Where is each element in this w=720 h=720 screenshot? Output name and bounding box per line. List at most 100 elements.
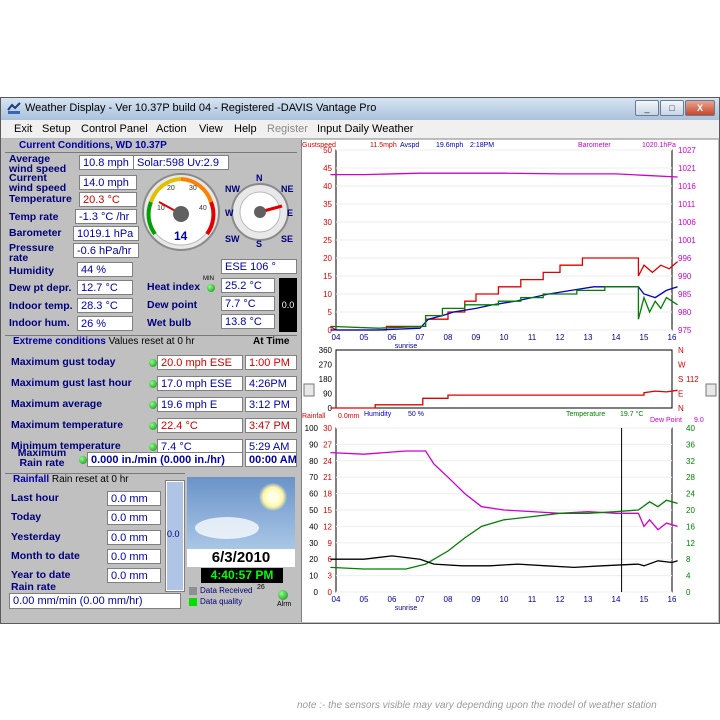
chart3-x-tick: 07 [416, 595, 425, 604]
wet-bulb-value: 13.8 °C [221, 314, 275, 329]
rain-rate-label: Rain rate [11, 581, 56, 593]
data-received-count: 26 [257, 584, 265, 591]
maximize-button[interactable]: □ [660, 100, 684, 116]
max-rain-rate-time: 00:00 AM [245, 452, 297, 467]
extreme-row-value: 22.4 °C [157, 418, 243, 433]
chart3-x-tick: 10 [500, 595, 509, 604]
data-received-indicator [189, 587, 197, 595]
chart1-xlabel: sunrise [395, 343, 418, 350]
rain-row-value: 0.0 mm [107, 549, 161, 564]
app-icon[interactable] [7, 102, 21, 115]
cloud-icon [195, 517, 259, 539]
chart3-x-tick: 04 [332, 595, 341, 604]
solar-uv-value: Solar:598 Uv:2.9 [133, 155, 229, 170]
menu-view[interactable]: View [199, 123, 223, 135]
avg-wind-label: Average wind speed [9, 153, 67, 175]
chart1-time: 2:18PM [470, 142, 494, 149]
chart3-x-tick: 15 [640, 595, 649, 604]
chart1-x-tick: 11 [528, 333, 537, 342]
dew-point-value: 7.7 °C [221, 296, 275, 311]
rain-row-label: Yesterday [11, 531, 61, 543]
chart2-right-value: 112 [686, 375, 699, 384]
barometer-value: 1019.1 hPa [73, 226, 139, 241]
chart3-y-outer-tick: 10 [309, 572, 318, 581]
pressure-rate-label: Pressure rate [9, 242, 54, 264]
alarm-led[interactable] [278, 590, 288, 600]
chart1-y-tick: 35 [323, 200, 332, 209]
chart1-baro-label: Barometer [578, 142, 611, 149]
menu-exit[interactable]: Exit [14, 123, 32, 135]
rain-row-value: 0.0 mm [107, 491, 161, 506]
menu-input-daily-weather[interactable]: Input Daily Weather [317, 123, 413, 135]
indicator-box: 0.0 [279, 278, 297, 332]
chart3-y-outer-tick: 60 [309, 490, 318, 499]
extreme-row-time: 3:47 PM [245, 418, 297, 433]
chart1-y-tick: 10 [323, 290, 332, 299]
chart1-x-tick: 05 [360, 333, 369, 342]
extreme-row-time: 3:12 PM [245, 397, 297, 412]
current-conditions-heading: Current Conditions, WD 10.37P [19, 140, 167, 151]
chart2-y2-tick: N [678, 346, 684, 355]
chart3-x-tick: 11 [528, 595, 537, 604]
extreme-row-value: 19.6 mph E [157, 397, 243, 412]
menu-setup[interactable]: Setup [42, 123, 71, 135]
temperature-label: Temperature [9, 193, 72, 205]
chart1-y2-tick: 1006 [678, 218, 696, 227]
chart3-y-inner-tick: 30 [323, 424, 332, 433]
chart3-y2-tick: 8 [686, 555, 691, 564]
rain-row-label: Today [11, 511, 42, 523]
title-bar[interactable]: Weather Display - Ver 10.37P build 04 - … [1, 98, 719, 120]
temp-rate-value: -1.3 °C /hr [75, 209, 137, 224]
dew-depression-value: 12.7 °C [77, 280, 133, 295]
chart3-xlabel: sunrise [395, 605, 418, 612]
chart3-y-inner-tick: 12 [323, 522, 332, 531]
indoor-temp-value: 28.3 °C [77, 298, 133, 313]
pressure-rate-value: -0.6 hPa/hr [73, 243, 139, 258]
menu-bar: Exit Setup Control Panel Action View Hel… [1, 120, 719, 139]
dew-point-label: Dew point [147, 299, 198, 311]
chart3-x-tick: 14 [612, 595, 621, 604]
chart3-y2-tick: 40 [686, 424, 695, 433]
chart3-y-inner-tick: 3 [328, 572, 333, 581]
dew-depression-label: Dew pt depr. [9, 282, 72, 294]
chart3-rain-value: 0.0mm [338, 413, 360, 420]
chart3-y-outer-tick: 80 [309, 457, 318, 466]
menu-control-panel[interactable]: Control Panel [81, 123, 148, 135]
chart1-y2-tick: 990 [678, 272, 692, 281]
menu-help[interactable]: Help [234, 123, 257, 135]
chart3-y2-tick: 4 [686, 572, 691, 581]
chart1-x-tick: 09 [472, 333, 481, 342]
chart1-y2-tick: 1027 [678, 146, 696, 155]
heat-index-label: Heat index [147, 281, 201, 293]
chart3-y2-tick: 32 [686, 457, 695, 466]
rain-row-label: Last hour [11, 492, 59, 504]
chart1-y2-tick: 975 [678, 326, 692, 335]
barometer-label: Barometer [9, 227, 62, 239]
close-button[interactable]: X [685, 100, 715, 116]
extreme-conditions-heading: Extreme conditions Values reset at 0 hr [13, 336, 195, 347]
heat-index-value: 25.2 °C [221, 278, 275, 293]
temperature-value: 20.3 °C [79, 192, 137, 207]
chart3-x-tick: 09 [472, 595, 481, 604]
chart3-y2-tick: 16 [686, 522, 695, 531]
chart3-y-inner-tick: 27 [323, 440, 332, 449]
current-wind-value: 14.0 mph [79, 175, 137, 190]
minimize-button[interactable]: _ [635, 100, 659, 116]
menu-register[interactable]: Register [267, 123, 308, 135]
wind-direction-value: ESE 106 ° [221, 259, 297, 274]
chart3-y-outer-tick: 40 [309, 522, 318, 531]
chart1-y2-tick: 980 [678, 308, 692, 317]
charts-panel: 50 45 40 35 30 25 20 15 10 5 0 1027 1021 1016 1011 1006… [301, 140, 718, 622]
chart1-y-tick: 20 [323, 254, 332, 263]
extreme-row-time: 1:00 PM [245, 355, 297, 370]
extreme-row-label: Maximum average [11, 398, 103, 410]
extreme-row-led [149, 443, 157, 451]
gauge-tick-10: 10 [157, 205, 165, 212]
chart3-dew-value: 9.0 [694, 417, 704, 424]
max-rain-rate-led [79, 456, 87, 464]
menu-action[interactable]: Action [156, 123, 187, 135]
extreme-row-value: 20.0 mph ESE [157, 355, 243, 370]
chart1-baro-value: 1020.1hPa [642, 142, 676, 149]
max-rain-rate-label: Maximum Rain rate [17, 447, 67, 469]
wet-bulb-label: Wet bulb [147, 317, 192, 329]
